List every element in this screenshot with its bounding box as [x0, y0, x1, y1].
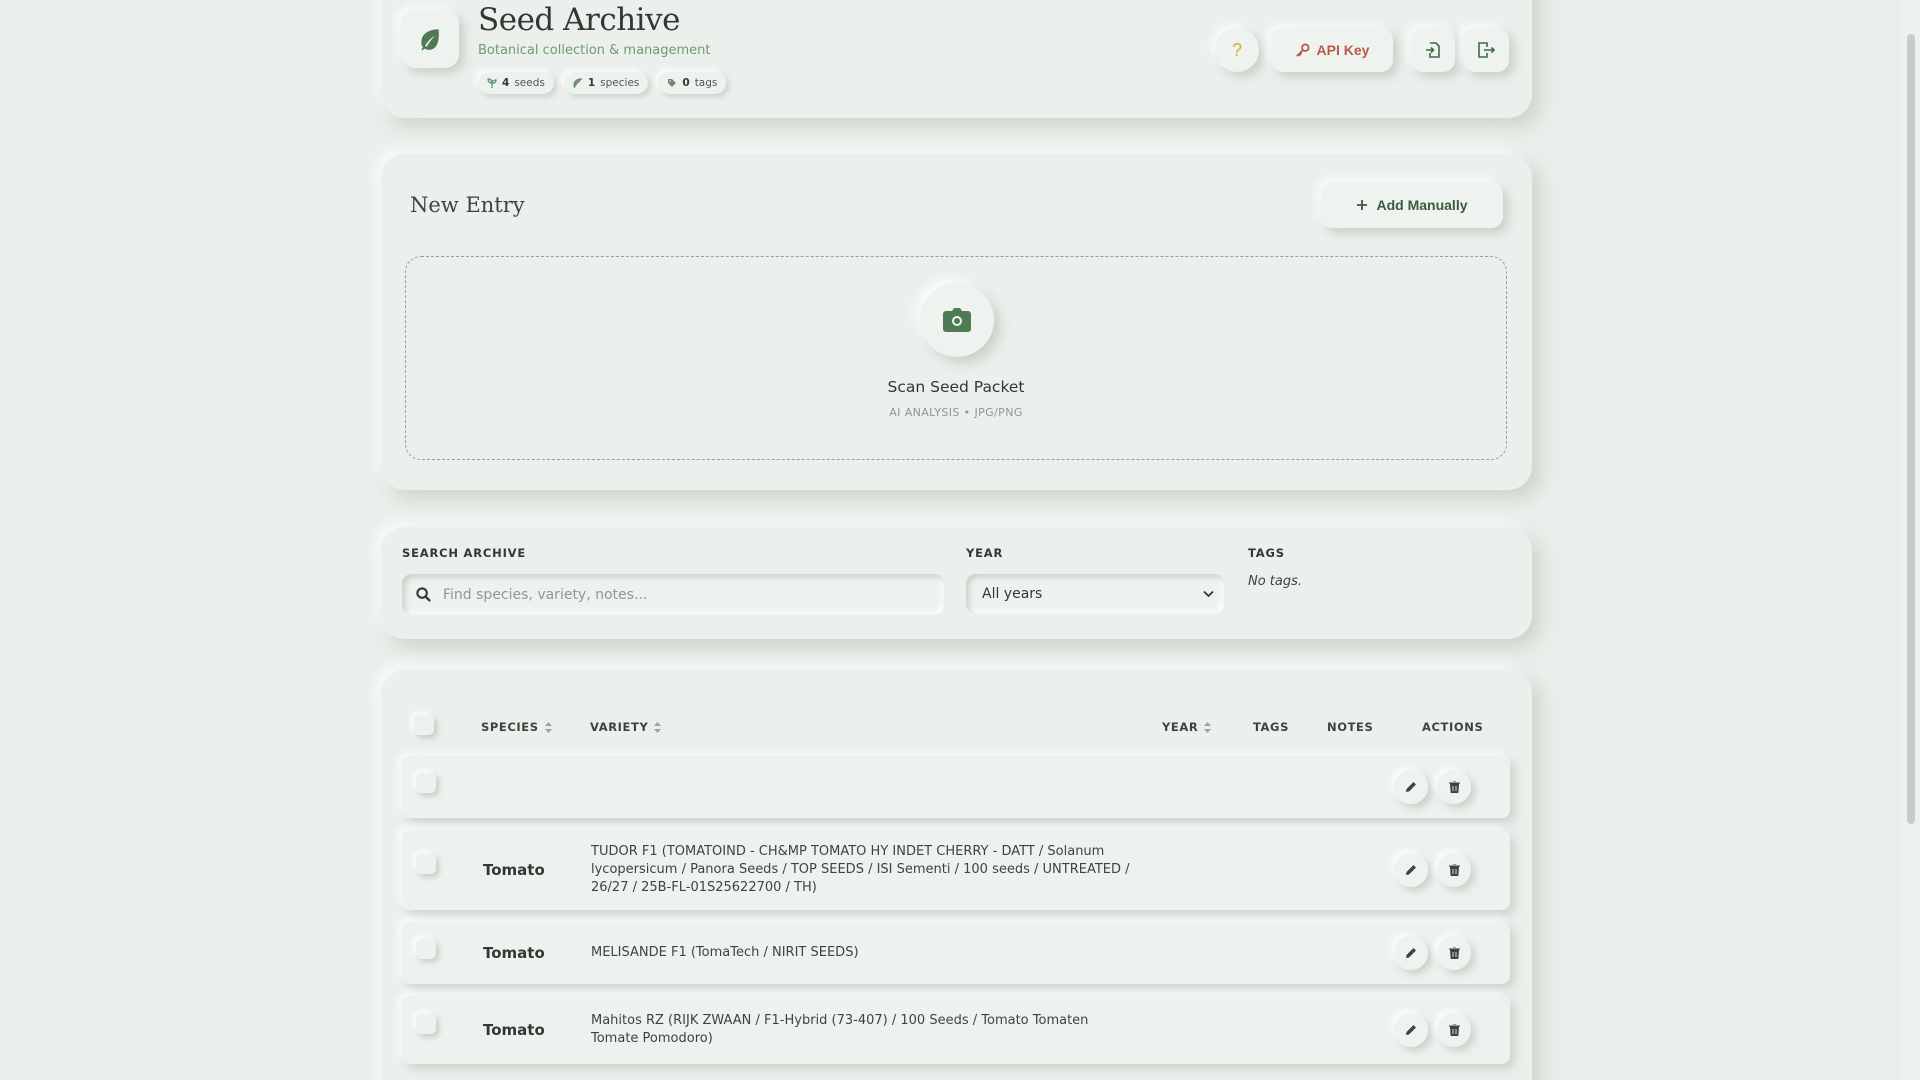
seed-table-card: SPECIES VARIETY YEAR TAGS NOTES ACTIONS [381, 670, 1532, 1080]
row-variety: TUDOR F1 (TOMATOIND - CH&MP TOMATO HY IN… [591, 844, 1130, 895]
edit-button[interactable] [1394, 936, 1428, 970]
row-variety: MELISANDE F1 (TomaTech / NIRIT SEEDS) [591, 945, 859, 960]
export-button[interactable] [1463, 28, 1509, 72]
header-card: Seed Archive Botanical collection & mana… [381, 0, 1532, 118]
pencil-icon [1406, 1025, 1416, 1035]
scan-title: Scan Seed Packet [887, 378, 1025, 396]
trash-icon [1448, 1024, 1460, 1036]
seeds-label: seeds [514, 77, 545, 89]
trash-icon [1448, 947, 1460, 959]
delete-button[interactable] [1437, 853, 1471, 887]
table-row[interactable] [402, 756, 1510, 818]
column-header-variety[interactable]: VARIETY [590, 720, 662, 734]
species-count-badge: 1 species [563, 72, 649, 94]
new-entry-title: New Entry [410, 193, 525, 217]
delete-button[interactable] [1437, 936, 1471, 970]
trash-icon [1448, 781, 1460, 793]
species-header-label: SPECIES [481, 720, 539, 734]
tags-label: tags [694, 77, 718, 89]
variety-header-label: VARIETY [590, 720, 649, 734]
year-label: YEAR [966, 546, 1004, 560]
scrollbar-thumb[interactable] [1907, 34, 1915, 824]
app-subtitle: Botanical collection & management [478, 43, 711, 58]
table-row[interactable]: Tomato MELISANDE F1 (TomaTech / NIRIT SE… [402, 922, 1510, 984]
year-selected-value: All years [982, 586, 1043, 602]
year-header-label: YEAR [1162, 720, 1199, 734]
file-export-icon [1478, 42, 1495, 58]
leaf-icon [573, 78, 582, 88]
api-key-label: API Key [1316, 42, 1370, 58]
select-all-checkbox[interactable] [414, 715, 434, 735]
row-species: Tomato [483, 944, 545, 962]
pencil-icon [1406, 948, 1416, 958]
filters-card: SEARCH ARCHIVE YEAR All years TAGS No ta… [381, 527, 1532, 639]
search-box [402, 574, 944, 615]
sort-icon [654, 721, 662, 733]
camera-icon [943, 308, 971, 332]
pencil-icon [1406, 865, 1416, 875]
tags-count: 0 [682, 77, 690, 89]
row-species: Tomato [483, 861, 545, 879]
scan-drop-zone[interactable]: Scan Seed Packet AI ANALYSIS • JPG/PNG [405, 256, 1507, 460]
app-page: Seed Archive Botanical collection & mana… [0, 0, 1920, 1080]
search-input[interactable] [443, 586, 923, 603]
sprout-icon [487, 78, 497, 88]
trash-icon [1448, 864, 1460, 876]
row-species: Tomato [483, 1021, 545, 1039]
edit-button[interactable] [1394, 1013, 1428, 1047]
row-checkbox[interactable] [416, 773, 436, 793]
camera-button[interactable] [920, 283, 994, 357]
column-header-tags: TAGS [1253, 720, 1289, 734]
row-checkbox[interactable] [416, 1014, 436, 1034]
plus-icon [1357, 200, 1368, 210]
edit-button[interactable] [1394, 770, 1428, 804]
column-header-species[interactable]: SPECIES [481, 720, 552, 734]
tags-header-label: TAGS [1253, 720, 1289, 734]
column-header-year[interactable]: YEAR [1162, 720, 1212, 734]
column-header-actions: ACTIONS [1422, 720, 1483, 734]
stats-row: 4 seeds 1 species 0 tags [478, 72, 727, 94]
delete-button[interactable] [1437, 1013, 1471, 1047]
help-button[interactable]: ? [1215, 28, 1259, 72]
tag-icon [668, 79, 677, 87]
species-count: 1 [587, 77, 596, 89]
delete-button[interactable] [1437, 770, 1471, 804]
file-import-icon [1426, 42, 1440, 58]
key-icon [1295, 42, 1310, 57]
table-row[interactable]: Tomato Mahitos RZ (RIJK ZWAAN / F1-Hybri… [402, 996, 1510, 1064]
sort-icon [544, 721, 552, 733]
no-tags-text: No tags. [1248, 574, 1303, 589]
sort-icon [1204, 721, 1212, 733]
notes-header-label: NOTES [1327, 720, 1374, 734]
column-header-notes: NOTES [1327, 720, 1373, 734]
table-row[interactable]: Tomato TUDOR F1 (TOMATOIND - CH&MP TOMAT… [402, 830, 1510, 910]
tags-count-badge: 0 tags [658, 72, 727, 94]
search-label: SEARCH ARCHIVE [402, 546, 527, 560]
row-checkbox[interactable] [416, 939, 436, 959]
search-icon [416, 587, 431, 602]
actions-header-label: ACTIONS [1422, 720, 1484, 734]
api-key-button[interactable]: API Key [1271, 28, 1393, 72]
species-label: species [600, 77, 640, 89]
import-button[interactable] [1411, 28, 1455, 72]
row-checkbox[interactable] [416, 854, 436, 874]
pencil-icon [1406, 782, 1416, 792]
tags-label: TAGS [1248, 546, 1285, 560]
add-manually-button[interactable]: Add Manually [1321, 182, 1503, 228]
chevron-down-icon [1203, 590, 1214, 598]
new-entry-card: New Entry Add Manually Scan Seed Packet … [381, 154, 1532, 490]
app-title: Seed Archive [478, 2, 680, 38]
seeds-count-badge: 4 seeds [478, 72, 554, 94]
year-select[interactable]: All years [966, 574, 1224, 614]
seeds-count: 4 [502, 77, 510, 89]
page-scrollbar[interactable] [1902, 0, 1920, 1080]
edit-button[interactable] [1394, 853, 1428, 887]
scan-subtitle: AI ANALYSIS • JPG/PNG [889, 406, 1023, 419]
row-variety: Mahitos RZ (RIJK ZWAAN / F1-Hybrid (73-4… [591, 1013, 1089, 1046]
leaf-logo-icon [421, 29, 439, 51]
add-manually-label: Add Manually [1376, 197, 1468, 213]
logo [401, 10, 459, 68]
